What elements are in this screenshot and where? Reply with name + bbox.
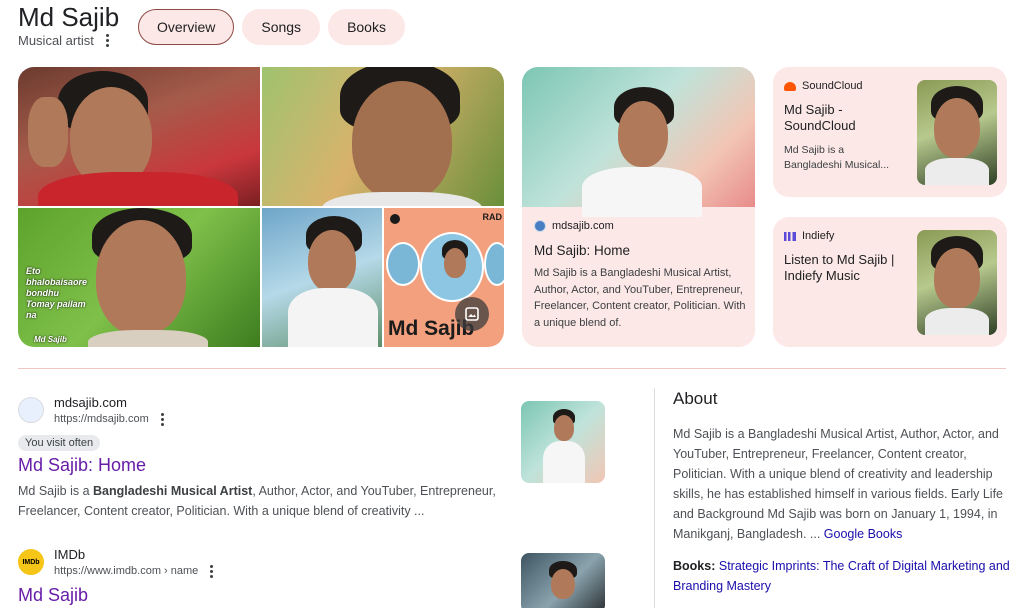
soundcloud-card[interactable]: SoundCloud Md Sajib - SoundCloud Md Saji… — [773, 67, 1007, 197]
indiefy-card-title[interactable]: Listen to Md Sajib | Indiefy Music — [784, 252, 909, 284]
image-icon — [465, 307, 479, 321]
image-tile[interactable] — [262, 208, 382, 347]
more-options-icon[interactable] — [159, 412, 166, 426]
result-url-row: https://mdsajib.com — [54, 411, 166, 427]
image-tile[interactable] — [262, 67, 504, 206]
search-result: IMDb IMDb https://www.imdb.com › name Md… — [18, 547, 518, 606]
soundcloud-card-image — [917, 80, 997, 185]
result-site-name[interactable]: IMDb — [54, 547, 215, 563]
site-favicon-icon — [18, 397, 44, 423]
soundcloud-source-label: SoundCloud — [802, 80, 863, 92]
result-thumbnail[interactable] — [521, 553, 605, 608]
indiefy-card-image — [917, 230, 997, 335]
indiefy-card[interactable]: Indiefy Listen to Md Sajib | Indiefy Mus… — [773, 217, 1007, 347]
more-options-icon[interactable] — [208, 564, 215, 578]
result-site-name[interactable]: mdsajib.com — [54, 395, 166, 411]
tab-overview[interactable]: Overview — [138, 9, 235, 45]
soundcloud-icon — [784, 81, 796, 91]
book-link[interactable]: Strategic Imprints: The Craft of Digital… — [673, 559, 1010, 593]
image-overlay-text: Eto bhalobaisaore bondhu Tomay pailam na — [26, 266, 88, 320]
website-card-description: Md Sajib is a Bangladeshi Musical Artist… — [534, 267, 746, 329]
tab-bar: Overview Songs Books — [138, 9, 405, 45]
result-url[interactable]: https://mdsajib.com — [54, 411, 149, 427]
tab-books[interactable]: Books — [328, 9, 405, 45]
image-tile[interactable]: RAD Md Sajib — [384, 208, 504, 347]
image-search-button[interactable] — [455, 297, 489, 331]
image-watermark: Md Sajib — [34, 335, 67, 344]
spotify-icon — [390, 214, 400, 224]
soundcloud-card-source: SoundCloud — [784, 80, 863, 92]
entity-subtitle: Musical artist — [18, 33, 111, 48]
about-description: Md Sajib is a Bangladeshi Musical Artist… — [673, 427, 1004, 541]
more-options-icon[interactable] — [104, 34, 111, 47]
section-divider — [18, 368, 1006, 369]
image-tile[interactable] — [18, 67, 260, 206]
website-card-source-label: mdsajib.com — [552, 220, 614, 232]
entity-type: Musical artist — [18, 33, 94, 48]
result-url[interactable]: https://www.imdb.com › name — [54, 563, 198, 579]
about-heading: About — [673, 389, 718, 408]
image-mosaic: Eto bhalobaisaore bondhu Tomay pailam na… — [18, 67, 504, 347]
imdb-favicon-icon: IMDb — [18, 549, 44, 575]
result-snippet: Md Sajib is a Bangladeshi Musical Artist… — [18, 484, 496, 518]
website-card-title[interactable]: Md Sajib: Home — [534, 243, 630, 258]
entity-title: Md Sajib — [18, 2, 120, 32]
result-url-row: https://www.imdb.com › name — [54, 563, 215, 579]
about-books: Books: Strategic Imprints: The Craft of … — [673, 556, 1013, 596]
result-thumbnail[interactable] — [521, 401, 605, 483]
soundcloud-card-title[interactable]: Md Sajib - SoundCloud — [784, 102, 909, 134]
website-card-source: mdsajib.com — [534, 220, 614, 232]
visit-often-badge: You visit often — [18, 435, 101, 451]
website-card-image — [522, 67, 755, 217]
image-corner-text: RAD — [482, 212, 503, 222]
indiefy-card-source: Indiefy — [784, 230, 834, 242]
books-label: Books: — [673, 559, 716, 573]
result-header: IMDb IMDb https://www.imdb.com › name — [18, 547, 518, 579]
google-books-link[interactable]: Google Books — [824, 527, 903, 541]
search-result: mdsajib.com https://mdsajib.com You visi… — [18, 395, 518, 521]
indiefy-icon — [784, 231, 796, 241]
site-favicon-icon — [534, 220, 546, 232]
image-tile[interactable]: Eto bhalobaisaore bondhu Tomay pailam na… — [18, 208, 260, 347]
result-title-link[interactable]: Md Sajib: Home — [18, 455, 518, 476]
panel-divider — [654, 388, 655, 608]
soundcloud-card-description: Md Sajib is a Bangladeshi Musical... — [784, 144, 890, 171]
result-title-link[interactable]: Md Sajib — [18, 585, 518, 606]
result-header: mdsajib.com https://mdsajib.com — [18, 395, 518, 427]
indiefy-source-label: Indiefy — [802, 230, 835, 242]
tab-songs[interactable]: Songs — [242, 9, 321, 45]
website-card[interactable]: mdsajib.com Md Sajib: Home Md Sajib is a… — [522, 67, 755, 347]
